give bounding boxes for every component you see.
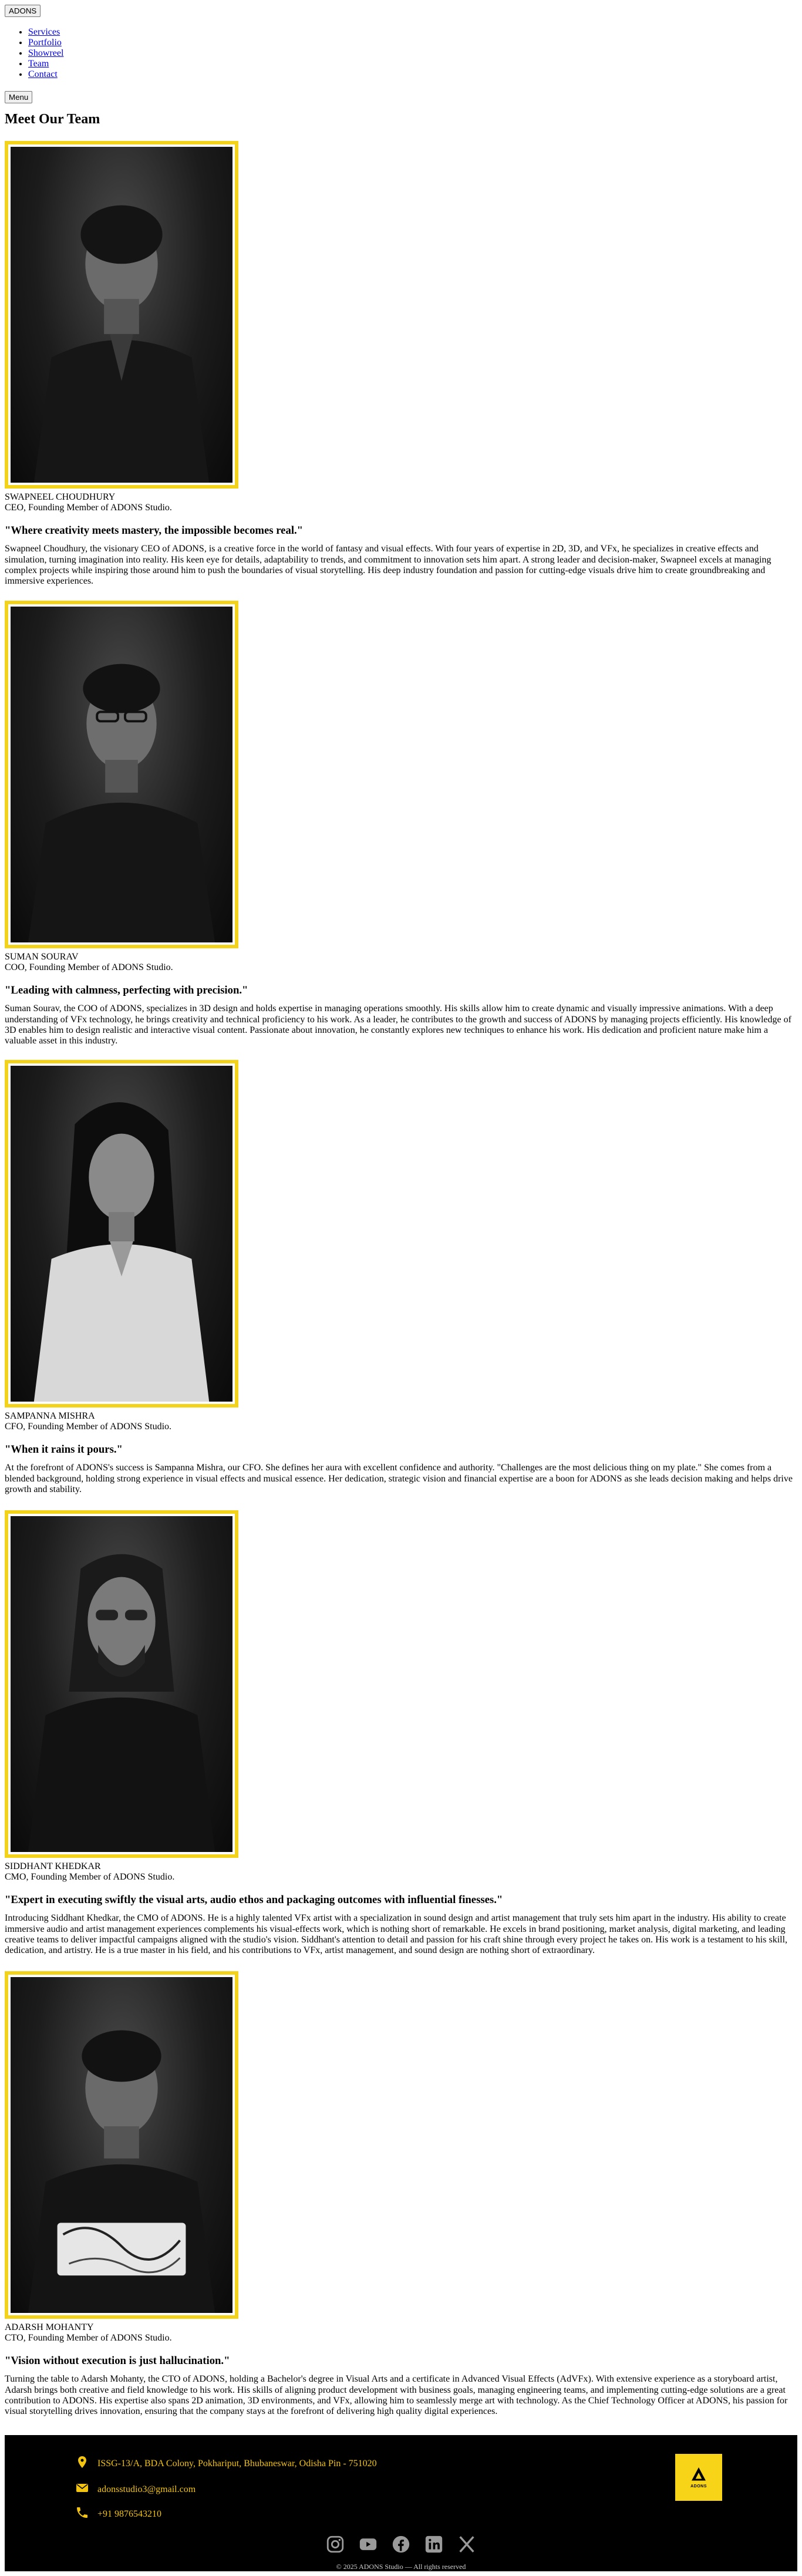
nav-link-showreel[interactable]: Showreel	[28, 48, 63, 58]
member-quote: "Where creativity meets mastery, the imp…	[5, 524, 304, 537]
mail-icon	[75, 2481, 89, 2498]
member-photo	[11, 147, 232, 483]
footer: ISSG-13/A, BDA Colony, Pokhariput, Bhuba…	[5, 2435, 797, 2571]
footer-logo: ADONS	[675, 2454, 722, 2501]
member-role: CMO, Founding Member of ADONS Studio.	[5, 1872, 175, 1883]
footer-address: ISSG-13/A, BDA Colony, Pokhariput, Bhuba…	[97, 2458, 377, 2469]
footer-address-row: ISSG-13/A, BDA Colony, Pokhariput, Bhuba…	[75, 2455, 377, 2472]
member-quote: "Vision without execution is just halluc…	[5, 2354, 230, 2367]
member-photo-frame	[5, 1971, 238, 2319]
nav-link-portfolio[interactable]: Portfolio	[28, 38, 62, 48]
member-role: COO, Founding Member of ADONS Studio.	[5, 962, 173, 973]
phone-icon	[75, 2506, 89, 2523]
team-member-card: ADARSH MOHANTY CTO, Founding Member of A…	[5, 1971, 797, 2417]
team-member-card: SAMPANNA MISHRA CFO, Founding Member of …	[5, 1060, 797, 1495]
copyright-text: © 2025 ADONS Studio — All rights reserve…	[336, 2562, 466, 2571]
member-photo-frame	[5, 141, 238, 489]
member-photo	[11, 1066, 232, 1402]
footer-phone-row[interactable]: +91 9876543210	[75, 2506, 161, 2523]
member-quote: "Leading with calmness, perfecting with …	[5, 984, 248, 996]
member-role: CEO, Founding Member of ADONS Studio.	[5, 503, 172, 513]
nav-item-services: Services	[28, 27, 63, 38]
member-name: SUMAN SOURAV	[5, 952, 79, 962]
nav-list: Services Portfolio Showreel Team Contact	[5, 27, 63, 80]
member-role: CFO, Founding Member of ADONS Studio.	[5, 1422, 172, 1432]
member-photo	[11, 607, 232, 942]
top-nav-toggle-button[interactable]: ADONS	[5, 5, 41, 17]
member-quote: "When it rains it pours."	[5, 1443, 123, 1456]
logo-mark-icon	[692, 2467, 706, 2481]
member-quote: "Expert in executing swiftly the visual …	[5, 1893, 503, 1906]
instagram-icon[interactable]	[325, 2534, 346, 2555]
member-bio: Suman Sourav, the COO of ADONS, speciali…	[5, 1004, 791, 1046]
nav-item-contact: Contact	[28, 69, 63, 80]
page-title: Meet Our Team	[5, 112, 100, 127]
linkedin-icon[interactable]	[423, 2534, 444, 2555]
team-member-card: SWAPNEEL CHOUDHURY CEO, Founding Member …	[5, 141, 797, 587]
member-photo-frame	[5, 601, 238, 948]
footer-phone[interactable]: +91 9876543210	[97, 2509, 161, 2520]
team-member-card: SIDDHANT KHEDKAR CMO, Founding Member of…	[5, 1510, 797, 1957]
youtube-icon[interactable]	[358, 2534, 379, 2555]
member-role: CTO, Founding Member of ADONS Studio.	[5, 2333, 172, 2343]
social-links	[5, 2534, 797, 2555]
member-photo	[11, 1516, 232, 1852]
location-pin-icon	[75, 2455, 89, 2472]
facebook-icon[interactable]	[390, 2534, 412, 2555]
member-name: SAMPANNA MISHRA	[5, 1411, 95, 1421]
nav-link-team[interactable]: Team	[28, 59, 49, 69]
x-icon[interactable]	[456, 2534, 477, 2555]
member-bio: Turning the table to Adarsh Mohanty, the…	[5, 2374, 788, 2417]
member-name: SIDDHANT KHEDKAR	[5, 1861, 101, 1871]
footer-email-row[interactable]: adonsstudio3@gmail.com	[75, 2481, 196, 2498]
member-photo-frame	[5, 1510, 238, 1858]
member-bio: Swapneel Choudhury, the visionary CEO of…	[5, 544, 771, 587]
footer-email[interactable]: adonsstudio3@gmail.com	[97, 2484, 196, 2495]
nav-item-portfolio: Portfolio	[28, 38, 63, 48]
nav-link-services[interactable]: Services	[28, 27, 60, 37]
member-bio: Introducing Siddhant Khedkar, the CMO of…	[5, 1913, 788, 1956]
nav-link-contact[interactable]: Contact	[28, 69, 58, 79]
member-bio: At the forefront of ADONS's success is S…	[5, 1463, 793, 1495]
team-member-card: SUMAN SOURAV COO, Founding Member of ADO…	[5, 601, 797, 1047]
menu-button[interactable]: Menu	[5, 91, 33, 103]
member-name: SWAPNEEL CHOUDHURY	[5, 492, 116, 502]
member-name: ADARSH MOHANTY	[5, 2322, 94, 2332]
nav-item-showreel: Showreel	[28, 48, 63, 59]
member-photo	[11, 1977, 232, 2313]
nav-item-team: Team	[28, 59, 63, 69]
footer-logo-text: ADONS	[690, 2484, 707, 2489]
member-photo-frame	[5, 1060, 238, 1407]
